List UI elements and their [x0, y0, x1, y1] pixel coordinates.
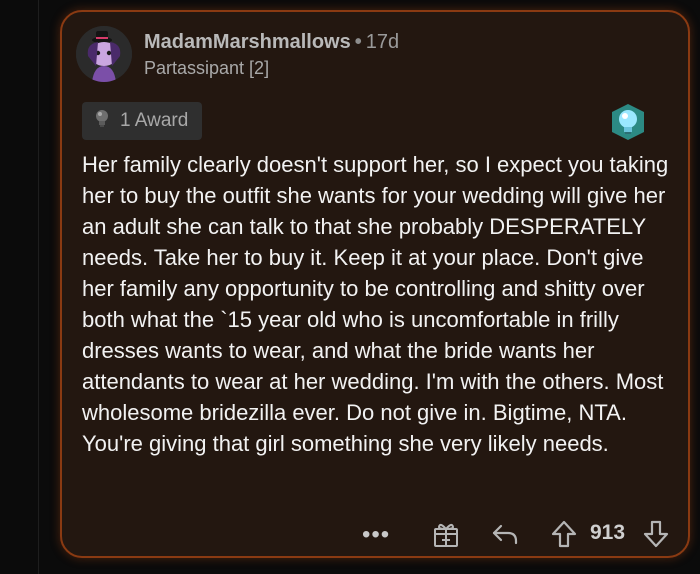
comment-meta: MadamMarshmallows • 17d	[144, 31, 399, 54]
user-flair: Partassipant [2]	[144, 58, 270, 78]
award-chip[interactable]: 1 Award	[82, 102, 203, 140]
comment-body: Her family clearly doesn't support her, …	[82, 152, 669, 456]
upvote-icon[interactable]	[550, 519, 578, 549]
comment-actions: ••• 913	[62, 517, 688, 557]
award-label: 1 Award	[120, 110, 189, 131]
comment-age: 17d	[365, 31, 400, 53]
reply-icon[interactable]	[490, 521, 520, 547]
vote-score: 913	[590, 521, 626, 544]
award-bulb-icon	[94, 109, 110, 134]
thread-line	[38, 0, 39, 574]
gift-icon[interactable]	[432, 519, 460, 549]
more-icon[interactable]: •••	[362, 521, 390, 549]
comment-card: MadamMarshmallows • 17d Partassipant [2] 1…	[60, 10, 690, 558]
downvote-icon[interactable]	[642, 519, 670, 549]
award-badge-icon	[608, 102, 648, 142]
author-name[interactable]: MadamMarshmallows	[144, 31, 351, 53]
avatar[interactable]	[76, 26, 132, 82]
meta-separator: •	[354, 31, 362, 53]
